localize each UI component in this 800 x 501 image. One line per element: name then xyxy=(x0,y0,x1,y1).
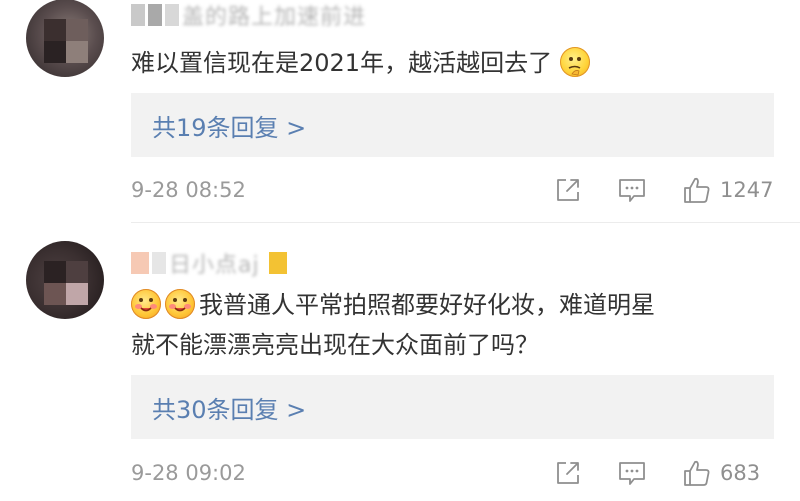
avatar[interactable] xyxy=(26,241,104,319)
share-icon xyxy=(554,459,582,487)
reply-button[interactable] xyxy=(617,175,647,205)
share-button[interactable] xyxy=(554,458,582,488)
comment-item: 日小点aj 我普通人平常拍照都要好好化妆，难道明星 就不能漂漂亮亮出现在大众面前… xyxy=(0,223,800,501)
comment-text-content: 难以置信现在是2021年，越活越回去了 xyxy=(131,49,553,77)
timestamp: 9-28 08:52 xyxy=(131,178,246,202)
comment-icon xyxy=(617,459,647,487)
yum-emoji-icon xyxy=(165,289,195,319)
comment-text-content: 就不能漂漂亮亮出现在大众面前了吗？ xyxy=(131,331,539,359)
share-button[interactable] xyxy=(554,175,582,205)
like-count: 1247 xyxy=(720,178,774,202)
comment-text-content: 我普通人平常拍照都要好好化妆，难道明星 xyxy=(199,291,655,319)
like-button[interactable]: 683 xyxy=(682,458,760,488)
like-button[interactable]: 1247 xyxy=(682,175,773,205)
comments-list: 盖的路上加速前进 难以置信现在是2021年，越活越回去了 共19条回复 > 9-… xyxy=(0,0,800,501)
comment-icon xyxy=(617,176,647,204)
replies-count-label: 共30条回复 > xyxy=(152,395,307,424)
comment-item: 盖的路上加速前进 难以置信现在是2021年，越活越回去了 共19条回复 > 9-… xyxy=(0,0,800,222)
comment-text-line-2: 就不能漂漂亮亮出现在大众面前了吗？ xyxy=(131,325,776,365)
avatar[interactable] xyxy=(26,0,104,77)
reply-button[interactable] xyxy=(617,458,647,488)
thumbs-up-icon xyxy=(682,175,712,205)
comment-text: 我普通人平常拍照都要好好化妆，难道明星 就不能漂漂亮亮出现在大众面前了吗？ xyxy=(131,285,776,365)
like-count: 683 xyxy=(720,461,761,485)
thinking-emoji-icon xyxy=(559,47,590,77)
share-icon xyxy=(554,176,582,204)
username[interactable]: 盖的路上加速前进 xyxy=(131,2,367,30)
comment-text: 难以置信现在是2021年，越活越回去了 xyxy=(131,43,776,83)
thumbs-up-icon xyxy=(682,458,712,488)
comment-meta: 9-28 08:52 1247 xyxy=(131,172,776,208)
username-text: 日小点aj xyxy=(169,253,260,278)
view-replies-button[interactable]: 共30条回复 > xyxy=(131,375,774,439)
timestamp: 9-28 09:02 xyxy=(131,461,246,485)
replies-count-label: 共19条回复 > xyxy=(152,113,307,142)
yum-emoji-icon xyxy=(131,289,161,319)
comment-text-line-1: 我普通人平常拍照都要好好化妆，难道明星 xyxy=(131,285,776,325)
view-replies-button[interactable]: 共19条回复 > xyxy=(131,93,774,157)
username-text: 盖的路上加速前进 xyxy=(182,5,367,30)
comment-meta: 9-28 09:02 683 xyxy=(131,455,776,491)
username[interactable]: 日小点aj xyxy=(131,250,287,278)
